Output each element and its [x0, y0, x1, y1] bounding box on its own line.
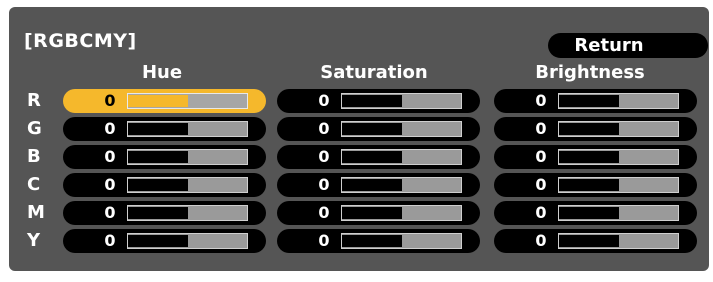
slider-value: 0 — [318, 91, 330, 110]
slider-fill — [559, 179, 619, 191]
slider-value: 0 — [104, 175, 116, 194]
return-button[interactable]: Return — [548, 33, 708, 58]
row-label-c: C — [27, 174, 41, 195]
hue-slider-b[interactable]: 0 — [63, 145, 266, 169]
slider-fill — [128, 207, 188, 219]
slider-track[interactable] — [341, 177, 462, 193]
slider-fill — [128, 235, 188, 247]
slider-value: 0 — [318, 175, 330, 194]
slider-value: 0 — [535, 119, 547, 138]
slider-track[interactable] — [341, 93, 462, 109]
brightness-slider-m[interactable]: 0 — [494, 201, 697, 225]
slider-track[interactable] — [341, 149, 462, 165]
slider-fill — [342, 151, 402, 163]
slider-track[interactable] — [558, 93, 679, 109]
saturation-slider-y[interactable]: 0 — [277, 229, 480, 253]
saturation-slider-b[interactable]: 0 — [277, 145, 480, 169]
slider-fill — [128, 123, 188, 135]
slider-fill — [559, 123, 619, 135]
slider-track[interactable] — [127, 149, 248, 165]
hue-slider-y[interactable]: 0 — [63, 229, 266, 253]
slider-fill — [342, 235, 402, 247]
menu-title: [RGBCMY] — [24, 30, 137, 52]
slider-value: 0 — [535, 203, 547, 222]
slider-fill — [128, 95, 188, 107]
slider-track[interactable] — [558, 149, 679, 165]
row-label-r: R — [27, 90, 41, 111]
slider-fill — [559, 235, 619, 247]
hue-slider-g[interactable]: 0 — [63, 117, 266, 141]
slider-track[interactable] — [558, 205, 679, 221]
brightness-slider-g[interactable]: 0 — [494, 117, 697, 141]
saturation-slider-c[interactable]: 0 — [277, 173, 480, 197]
slider-value: 0 — [104, 203, 116, 222]
slider-value: 0 — [535, 175, 547, 194]
slider-fill — [342, 179, 402, 191]
slider-fill — [559, 207, 619, 219]
slider-track[interactable] — [558, 121, 679, 137]
slider-value: 0 — [535, 231, 547, 250]
slider-value: 0 — [104, 119, 116, 138]
slider-fill — [128, 179, 188, 191]
row-label-g: G — [27, 118, 42, 139]
brightness-slider-y[interactable]: 0 — [494, 229, 697, 253]
slider-track[interactable] — [127, 93, 248, 109]
row-label-y: Y — [27, 230, 41, 251]
slider-value: 0 — [104, 231, 116, 250]
slider-track[interactable] — [558, 177, 679, 193]
saturation-slider-g[interactable]: 0 — [277, 117, 480, 141]
column-header-saturation: Saturation — [320, 62, 428, 83]
slider-fill — [559, 95, 619, 107]
column-header-hue: Hue — [141, 62, 183, 83]
row-label-b: B — [27, 146, 41, 167]
hue-slider-c[interactable]: 0 — [63, 173, 266, 197]
slider-track[interactable] — [558, 233, 679, 249]
saturation-slider-r[interactable]: 0 — [277, 89, 480, 113]
slider-track[interactable] — [341, 233, 462, 249]
slider-track[interactable] — [127, 233, 248, 249]
slider-value: 0 — [318, 231, 330, 250]
brightness-slider-r[interactable]: 0 — [494, 89, 697, 113]
slider-value: 0 — [104, 147, 116, 166]
brightness-slider-b[interactable]: 0 — [494, 145, 697, 169]
slider-fill — [128, 151, 188, 163]
slider-fill — [342, 95, 402, 107]
slider-track[interactable] — [127, 205, 248, 221]
slider-track[interactable] — [341, 205, 462, 221]
slider-track[interactable] — [127, 177, 248, 193]
hue-slider-r[interactable]: 0 — [63, 89, 266, 113]
hue-slider-m[interactable]: 0 — [63, 201, 266, 225]
slider-value: 0 — [318, 119, 330, 138]
slider-fill — [559, 151, 619, 163]
slider-value: 0 — [318, 147, 330, 166]
slider-fill — [342, 123, 402, 135]
row-label-m: M — [27, 202, 45, 223]
slider-track[interactable] — [341, 121, 462, 137]
slider-value: 0 — [104, 91, 116, 110]
slider-value: 0 — [535, 91, 547, 110]
slider-value: 0 — [535, 147, 547, 166]
slider-value: 0 — [318, 203, 330, 222]
slider-fill — [342, 207, 402, 219]
slider-track[interactable] — [127, 121, 248, 137]
brightness-slider-c[interactable]: 0 — [494, 173, 697, 197]
column-header-brightness: Brightness — [535, 62, 645, 83]
saturation-slider-m[interactable]: 0 — [277, 201, 480, 225]
